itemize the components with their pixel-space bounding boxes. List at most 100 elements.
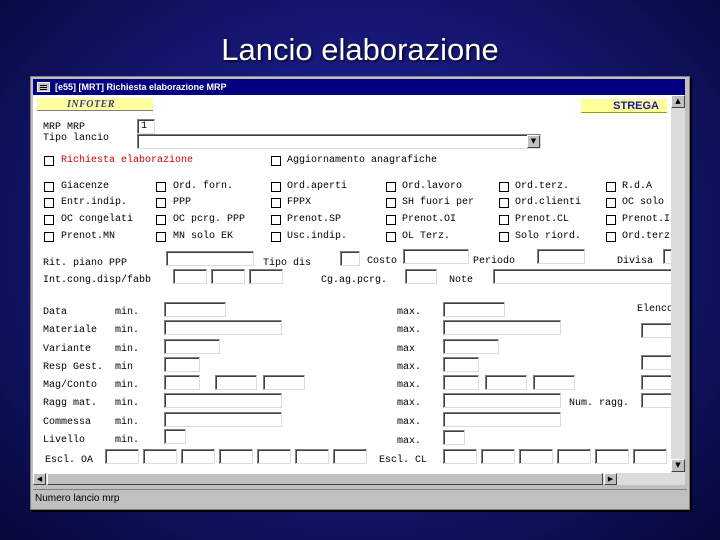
escl-oa-field-2[interactable] bbox=[143, 449, 177, 464]
richiesta-checkbox[interactable] bbox=[44, 156, 54, 166]
commessa-max-field[interactable] bbox=[443, 412, 561, 427]
opt-ord-clienti-checkbox[interactable] bbox=[499, 198, 509, 208]
escl-cl-field-2[interactable] bbox=[481, 449, 515, 464]
vertical-scrollbar[interactable]: ▲ ▼ bbox=[671, 95, 685, 485]
opt-label: Entr.indip. bbox=[61, 197, 128, 208]
escl-cl-field-6[interactable] bbox=[633, 449, 667, 464]
aggiornamento-checkbox[interactable] bbox=[271, 156, 281, 166]
opt-label: Giacenze bbox=[61, 181, 110, 192]
opt-ord-lavoro-checkbox[interactable] bbox=[386, 182, 396, 192]
livello-min-field[interactable] bbox=[164, 429, 186, 444]
costo-field[interactable] bbox=[403, 249, 469, 264]
mrp-code-field[interactable]: 1 bbox=[137, 119, 155, 134]
opt-oc-pcrg-checkbox[interactable] bbox=[156, 215, 166, 225]
opt-ord-aperti-checkbox[interactable] bbox=[271, 182, 281, 192]
escl-oa-field-7[interactable] bbox=[333, 449, 367, 464]
mag-max-field-3[interactable] bbox=[533, 375, 575, 390]
escl-oa-field-6[interactable] bbox=[295, 449, 329, 464]
escl-oa-field-1[interactable] bbox=[105, 449, 139, 464]
mag-max-field-2[interactable] bbox=[485, 375, 527, 390]
opt-prenot-mn-checkbox[interactable] bbox=[44, 232, 54, 242]
opt-mn-solo-checkbox[interactable] bbox=[156, 232, 166, 242]
opt-usc-indip-checkbox[interactable] bbox=[271, 232, 281, 242]
scroll-down-icon[interactable]: ▼ bbox=[671, 459, 685, 472]
mag-max-field-1[interactable] bbox=[443, 375, 479, 390]
int-cong-field-1[interactable] bbox=[173, 269, 207, 284]
escl-oa-field-4[interactable] bbox=[219, 449, 253, 464]
variante-min-field[interactable] bbox=[164, 339, 220, 354]
opt-prenot-cl-checkbox[interactable] bbox=[499, 215, 509, 225]
materiale-min-field[interactable] bbox=[164, 320, 282, 335]
note-field[interactable] bbox=[493, 269, 671, 284]
int-cong-field-2[interactable] bbox=[211, 269, 245, 284]
cg-ag-field[interactable] bbox=[405, 269, 437, 284]
scroll-right-icon[interactable]: ▶ bbox=[604, 473, 617, 485]
opt-sh-fuori-checkbox[interactable] bbox=[386, 198, 396, 208]
resp-gest-min-field[interactable] bbox=[164, 357, 200, 372]
range-max-label: max. bbox=[397, 380, 422, 391]
num-ragg-field[interactable] bbox=[641, 393, 671, 408]
tipo-lancio-label: Tipo lancio bbox=[43, 133, 110, 144]
opt-ord-terz2-checkbox[interactable] bbox=[606, 232, 616, 242]
opt-ppp-checkbox[interactable] bbox=[156, 198, 166, 208]
data-min-field[interactable] bbox=[164, 302, 226, 317]
divisa-field[interactable] bbox=[663, 249, 671, 264]
commessa-min-field[interactable] bbox=[164, 412, 282, 427]
opt-prenot-i-checkbox[interactable] bbox=[606, 215, 616, 225]
opt-oc-congelati-checkbox[interactable] bbox=[44, 215, 54, 225]
periodo-field[interactable] bbox=[537, 249, 585, 264]
elenco-field-2[interactable] bbox=[641, 355, 671, 370]
escl-cl-field-1[interactable] bbox=[443, 449, 477, 464]
tipo-lancio-dropdown-icon[interactable]: ▼ bbox=[527, 135, 540, 148]
opt-entr-indip-checkbox[interactable] bbox=[44, 198, 54, 208]
opt-oc-solo-checkbox[interactable] bbox=[606, 198, 616, 208]
range-row-label: Variante bbox=[43, 344, 92, 355]
escl-cl-field-5[interactable] bbox=[595, 449, 629, 464]
elenco-label: Elenco bbox=[637, 304, 671, 315]
mag-min-field-2[interactable] bbox=[215, 375, 257, 390]
tipo-dis-field[interactable] bbox=[340, 251, 360, 266]
opt-giacenze-checkbox[interactable] bbox=[44, 182, 54, 192]
materiale-max-field[interactable] bbox=[443, 320, 561, 335]
scroll-left-icon[interactable]: ◀ bbox=[33, 473, 46, 485]
opt-label: OC solo bbox=[622, 197, 665, 208]
opt-label: Ord.terz bbox=[622, 231, 671, 242]
opt-ord-forn-checkbox[interactable] bbox=[156, 182, 166, 192]
opt-fppx-checkbox[interactable] bbox=[271, 198, 281, 208]
app-menu-icon[interactable] bbox=[37, 82, 50, 92]
livello-max-field[interactable] bbox=[443, 430, 465, 445]
ragg-min-field[interactable] bbox=[164, 393, 282, 408]
elenco-field-3[interactable] bbox=[641, 375, 671, 390]
mag-min-field-1[interactable] bbox=[164, 375, 200, 390]
range-row-label: Materiale bbox=[43, 325, 98, 336]
opt-label: Ord.terz. bbox=[515, 181, 570, 192]
horizontal-scrollbar[interactable]: ◀ ▶ bbox=[33, 473, 671, 485]
escl-cl-field-3[interactable] bbox=[519, 449, 553, 464]
opt-ol-terz-checkbox[interactable] bbox=[386, 232, 396, 242]
ragg-max-field[interactable] bbox=[443, 393, 561, 408]
opt-solo-riord-checkbox[interactable] bbox=[499, 232, 509, 242]
mrp-form: INFOTER STREGA MRP MRP 1 Tipo lancio ▼ R… bbox=[33, 95, 671, 485]
range-min-label: min. bbox=[115, 380, 140, 391]
escl-cl-field-4[interactable] bbox=[557, 449, 591, 464]
opt-ord-terz-checkbox[interactable] bbox=[499, 182, 509, 192]
richiesta-label: Richiesta elaborazione bbox=[61, 155, 194, 166]
resp-gest-max-field[interactable] bbox=[443, 357, 479, 372]
data-max-field[interactable] bbox=[443, 302, 505, 317]
opt-rda-checkbox[interactable] bbox=[606, 182, 616, 192]
horizontal-scroll-thumb[interactable] bbox=[47, 473, 603, 485]
opt-prenot-sp-checkbox[interactable] bbox=[271, 215, 281, 225]
rit-piano-field[interactable] bbox=[166, 251, 254, 266]
escl-oa-field-5[interactable] bbox=[257, 449, 291, 464]
scroll-up-icon[interactable]: ▲ bbox=[671, 95, 685, 108]
opt-label: Ord.clienti bbox=[515, 197, 582, 208]
strega-brand: STREGA bbox=[581, 99, 667, 113]
tipo-lancio-select[interactable] bbox=[137, 134, 541, 149]
opt-label: MN solo EK bbox=[173, 231, 234, 242]
int-cong-field-3[interactable] bbox=[249, 269, 283, 284]
opt-prenot-oi-checkbox[interactable] bbox=[386, 215, 396, 225]
variante-max-field[interactable] bbox=[443, 339, 499, 354]
elenco-field-1[interactable] bbox=[641, 323, 671, 338]
escl-oa-field-3[interactable] bbox=[181, 449, 215, 464]
mag-min-field-3[interactable] bbox=[263, 375, 305, 390]
